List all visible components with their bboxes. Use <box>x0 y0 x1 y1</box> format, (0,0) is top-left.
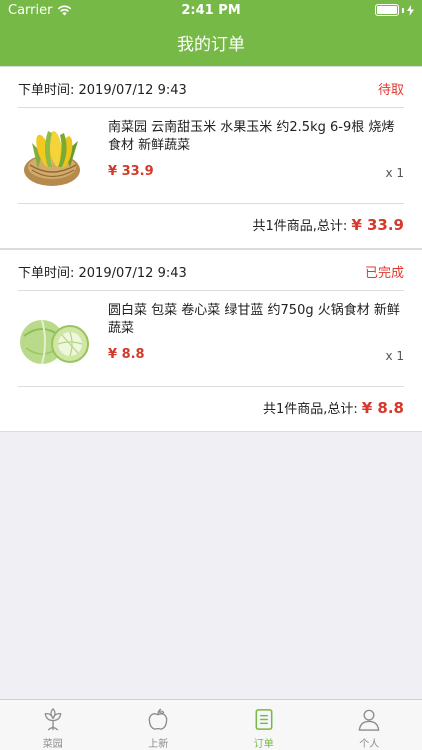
tab-label: 上新 <box>148 739 169 750</box>
cabbage-image <box>20 319 89 365</box>
summary-label: 共1件商品,总计: <box>252 219 348 234</box>
battery-icon <box>375 4 414 16</box>
tab-label: 订单 <box>253 739 274 750</box>
divider <box>18 203 404 204</box>
order-header: 下单时间: 2019/07/12 9:43 待取 <box>0 67 422 107</box>
order-status: 待取 <box>377 83 404 98</box>
corn-image <box>24 131 80 186</box>
order-time: 下单时间: 2019/07/12 9:43 <box>18 266 187 281</box>
top-bar: Carrier 2:41 PM 我的订单 <box>0 0 422 66</box>
charging-icon <box>407 4 414 16</box>
divider <box>18 107 404 108</box>
status-time: 2:41 PM <box>181 3 241 18</box>
plant-icon <box>44 708 62 731</box>
summary-label: 共1件商品,总计: <box>262 402 358 417</box>
tab-garden[interactable]: 菜园 <box>0 700 106 750</box>
tab-new[interactable]: 上新 <box>106 700 212 750</box>
order-card[interactable]: 下单时间: 2019/07/12 9:43 已完成 圆白菜 包菜 卷心菜 绿甘蓝… <box>0 249 422 432</box>
tab-orders[interactable]: 订单 <box>211 700 317 750</box>
product-price: ¥ 8.8 <box>108 347 145 362</box>
order-summary: 共1件商品,总计: ¥ 8.8 <box>263 398 404 417</box>
divider <box>18 290 404 291</box>
product-price: ¥ 33.9 <box>108 164 154 179</box>
order-total: ¥ 8.8 <box>361 399 404 417</box>
product-name: 圆白菜 包菜 卷心菜 绿甘蓝 约750g 火锅食材 新鲜蔬菜 <box>108 303 400 336</box>
page-title: 我的订单 <box>177 35 245 55</box>
product-quantity: x 1 <box>385 349 404 363</box>
person-icon <box>358 709 380 731</box>
order-header: 下单时间: 2019/07/12 9:43 已完成 <box>0 250 422 290</box>
tab-label: 菜园 <box>42 739 63 750</box>
order-list-icon <box>255 709 273 730</box>
product-quantity: x 1 <box>385 166 404 180</box>
product-name: 南菜园 云南甜玉米 水果玉米 约2.5kg 6-9根 烧烤食材 新鲜蔬菜 <box>108 120 395 153</box>
status-bar: Carrier 2:41 PM <box>0 0 422 22</box>
tab-bar: 菜园 上新 订单 个人 <box>0 699 422 750</box>
order-card[interactable]: 下单时间: 2019/07/12 9:43 待取 南菜园 云南甜玉米 水果玉米 … <box>0 66 422 249</box>
order-total: ¥ 33.9 <box>351 216 404 234</box>
order-summary: 共1件商品,总计: ¥ 33.9 <box>253 215 404 234</box>
apple-icon <box>148 708 168 730</box>
order-time: 下单时间: 2019/07/12 9:43 <box>18 83 187 98</box>
tab-profile[interactable]: 个人 <box>317 700 422 750</box>
tab-label: 个人 <box>359 739 380 750</box>
order-status: 已完成 <box>364 266 404 281</box>
divider <box>18 386 404 387</box>
